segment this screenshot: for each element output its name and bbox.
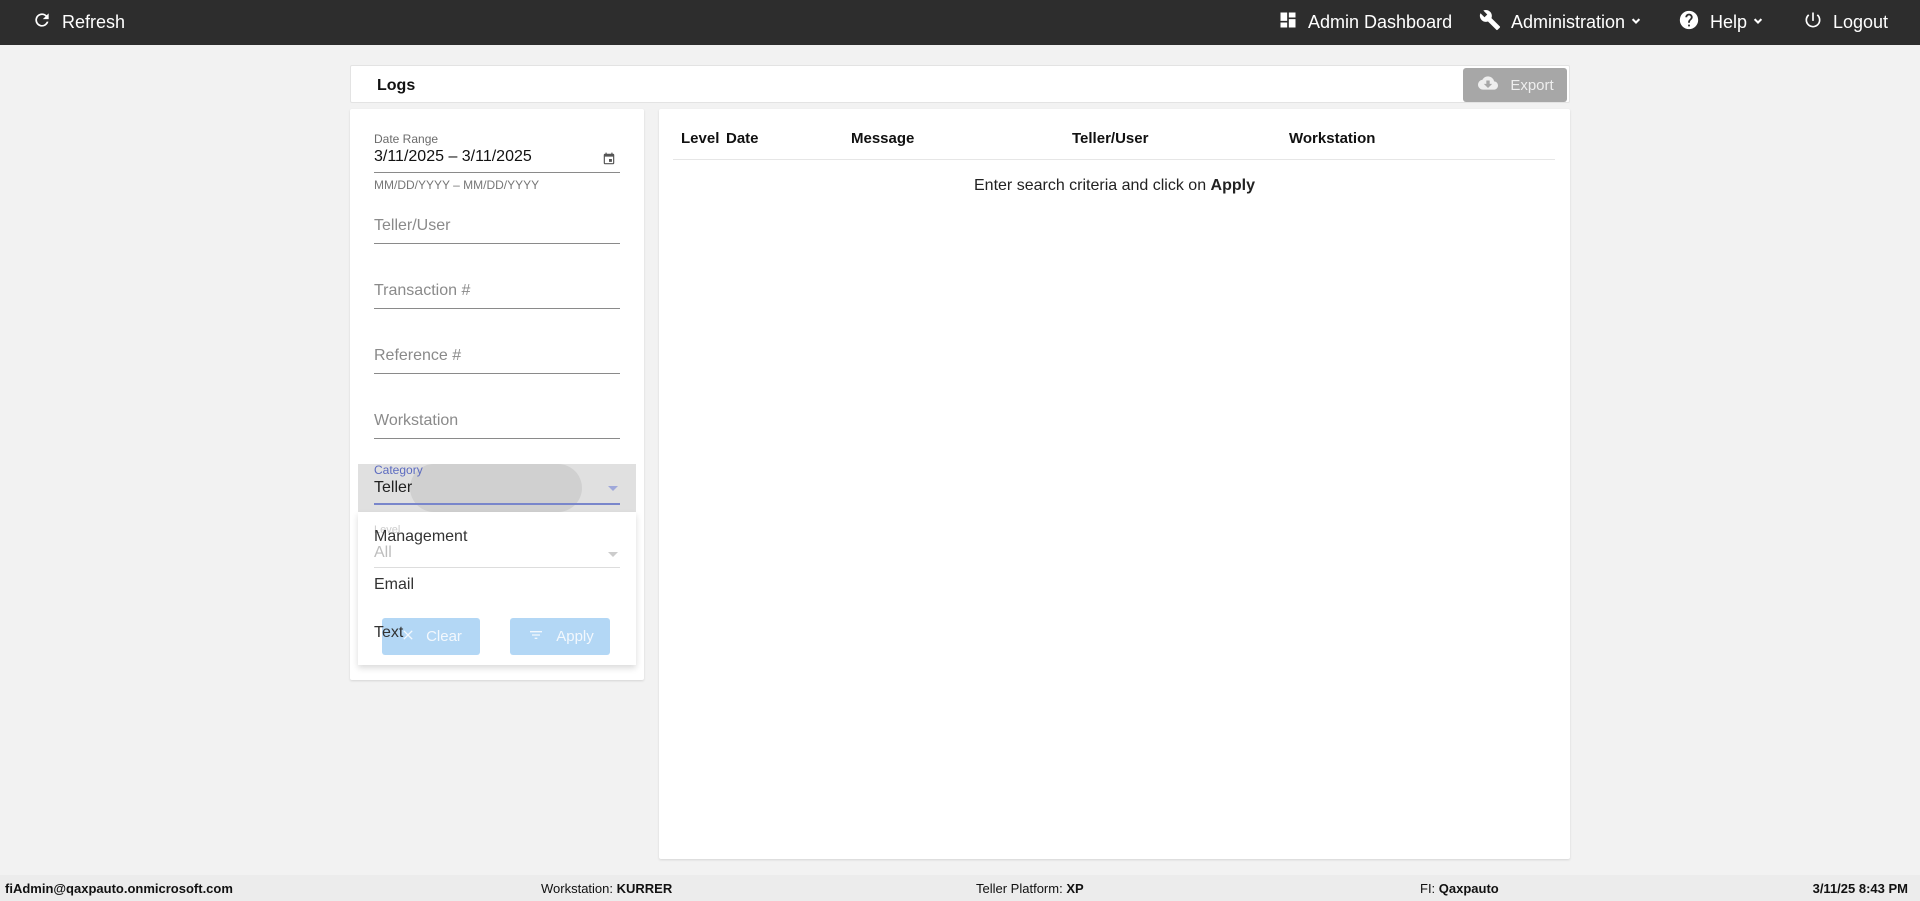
- footer-platform-value: XP: [1066, 881, 1084, 896]
- footer-fi-label: FI:: [1420, 881, 1439, 896]
- footer-fi: FI: Qaxpauto: [1420, 881, 1499, 896]
- filter-panel: Date Range 3/11/2025 – 3/11/2025 MM/DD/Y…: [350, 109, 644, 680]
- filter-icon: [526, 627, 556, 647]
- date-range-value[interactable]: 3/11/2025 – 3/11/2025: [374, 148, 620, 166]
- admin-dashboard-link[interactable]: Admin Dashboard: [1278, 0, 1452, 45]
- column-header-message[interactable]: Message: [851, 130, 914, 147]
- apply-label: Apply: [556, 628, 594, 645]
- column-header-workstation[interactable]: Workstation: [1289, 130, 1375, 147]
- footer-workstation-value: KURRER: [616, 881, 673, 896]
- export-label: Export: [1510, 76, 1554, 94]
- header-divider: [673, 159, 1555, 160]
- category-label: Category: [374, 463, 423, 477]
- date-range-underline: [374, 172, 620, 173]
- level-value: All: [374, 544, 392, 561]
- dropdown-arrow-icon: [608, 486, 618, 491]
- status-bar: fiAdmin@qaxpauto.onmicrosoft.com Worksta…: [0, 875, 1920, 901]
- category-option-email[interactable]: Email: [374, 576, 414, 594]
- workstation-underline: [374, 438, 620, 439]
- cloud-download-icon: [1476, 73, 1510, 97]
- empty-state-text: Enter search criteria and click on: [974, 177, 1211, 194]
- dashboard-icon: [1278, 10, 1298, 35]
- teller-user-underline: [374, 243, 620, 244]
- footer-user: fiAdmin@qaxpauto.onmicrosoft.com: [5, 881, 233, 896]
- top-nav-bar: Refresh Admin Dashboard Administration H…: [0, 0, 1920, 45]
- category-option-text[interactable]: Text: [374, 624, 403, 642]
- power-icon: [1803, 10, 1823, 35]
- help-icon: [1678, 9, 1700, 36]
- administration-menu[interactable]: Administration: [1479, 0, 1643, 45]
- logout-label: Logout: [1833, 12, 1889, 32]
- teller-user-input[interactable]: Teller/User: [374, 217, 620, 253]
- refresh-button[interactable]: Refresh: [32, 0, 125, 45]
- empty-state-apply: Apply: [1210, 177, 1255, 194]
- clear-label: Clear: [426, 628, 462, 645]
- footer-platform-label: Teller Platform:: [976, 881, 1067, 896]
- dropdown-arrow-icon: [608, 552, 618, 557]
- calendar-icon[interactable]: [602, 152, 616, 171]
- footer-platform: Teller Platform: XP: [976, 881, 1084, 896]
- footer-datetime: 3/11/25 8:43 PM: [1812, 881, 1908, 896]
- workstation-placeholder: Workstation: [374, 412, 459, 429]
- export-button[interactable]: Export: [1463, 68, 1567, 102]
- help-label: Help: [1710, 12, 1748, 32]
- administration-label: Administration: [1511, 12, 1626, 32]
- category-value: Teller: [374, 479, 413, 496]
- results-panel: Level Date Message Teller/User Workstati…: [659, 109, 1570, 859]
- teller-user-placeholder: Teller/User: [374, 217, 451, 234]
- apply-button[interactable]: Apply: [510, 618, 610, 655]
- transaction-placeholder: Transaction #: [374, 282, 471, 299]
- column-header-level[interactable]: Level: [681, 130, 719, 147]
- column-header-teller-user[interactable]: Teller/User: [1072, 130, 1148, 147]
- date-range-label: Date Range: [374, 132, 439, 146]
- refresh-label: Refresh: [62, 12, 126, 32]
- footer-fi-value: Qaxpauto: [1438, 881, 1499, 896]
- help-menu[interactable]: Help: [1678, 0, 1765, 45]
- wrench-icon: [1479, 9, 1501, 36]
- reference-underline: [374, 373, 620, 374]
- transaction-underline: [374, 308, 620, 309]
- chevron-down-icon: [1629, 12, 1643, 33]
- footer-workstation: Workstation: KURRER: [541, 881, 672, 896]
- refresh-icon: [32, 10, 52, 35]
- category-dropdown-menu: Level All Clear Apply Management Email T…: [358, 512, 636, 665]
- reference-placeholder: Reference #: [374, 347, 462, 364]
- level-underline: [374, 567, 620, 568]
- empty-state-message: Enter search criteria and click on Apply: [659, 177, 1570, 195]
- close-icon: [400, 627, 426, 647]
- logs-header-card: Logs Export: [350, 65, 1570, 103]
- transaction-input[interactable]: Transaction #: [374, 282, 620, 318]
- chevron-down-icon: [1751, 12, 1765, 33]
- category-select[interactable]: Category Teller: [358, 463, 636, 512]
- date-range-hint: MM/DD/YYYY – MM/DD/YYYY: [374, 178, 540, 192]
- reference-input[interactable]: Reference #: [374, 347, 620, 383]
- workstation-input[interactable]: Workstation: [374, 412, 620, 448]
- category-option-management[interactable]: Management: [374, 528, 467, 546]
- date-range-field[interactable]: Date Range 3/11/2025 – 3/11/2025 MM/DD/Y…: [374, 132, 620, 192]
- category-underline: [374, 503, 620, 505]
- column-header-date[interactable]: Date: [726, 130, 759, 147]
- footer-workstation-label: Workstation:: [541, 881, 617, 896]
- logout-button[interactable]: Logout: [1803, 0, 1888, 45]
- admin-dashboard-label: Admin Dashboard: [1308, 12, 1453, 32]
- page-title: Logs: [377, 77, 416, 94]
